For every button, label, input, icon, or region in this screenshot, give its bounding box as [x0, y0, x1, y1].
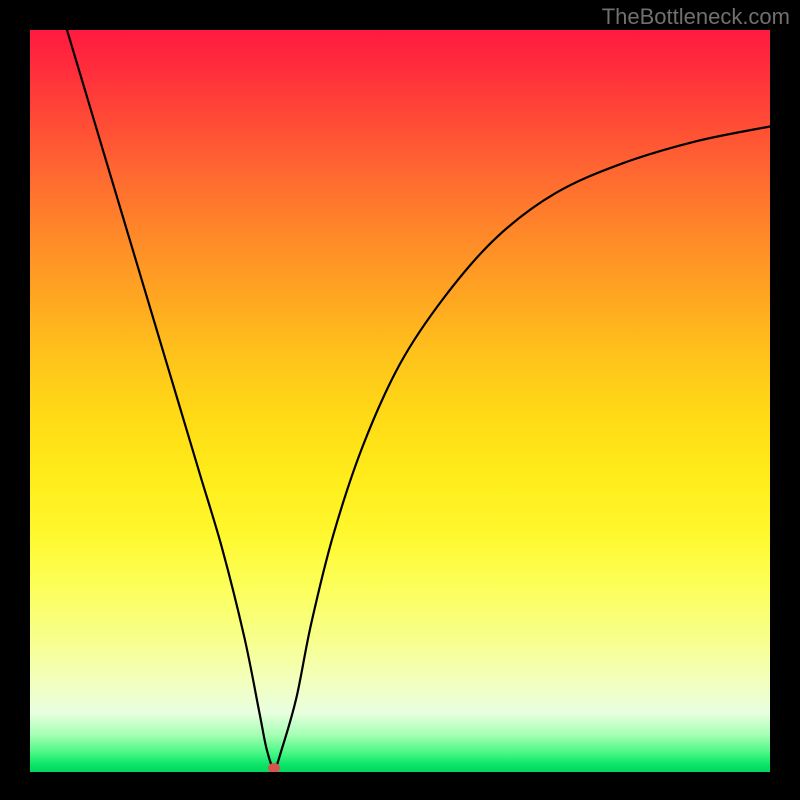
plot-area [30, 30, 770, 772]
curve-svg [30, 30, 770, 772]
watermark-text: TheBottleneck.com [602, 4, 790, 30]
optimal-point-marker [268, 763, 280, 772]
bottleneck-curve [67, 30, 770, 768]
